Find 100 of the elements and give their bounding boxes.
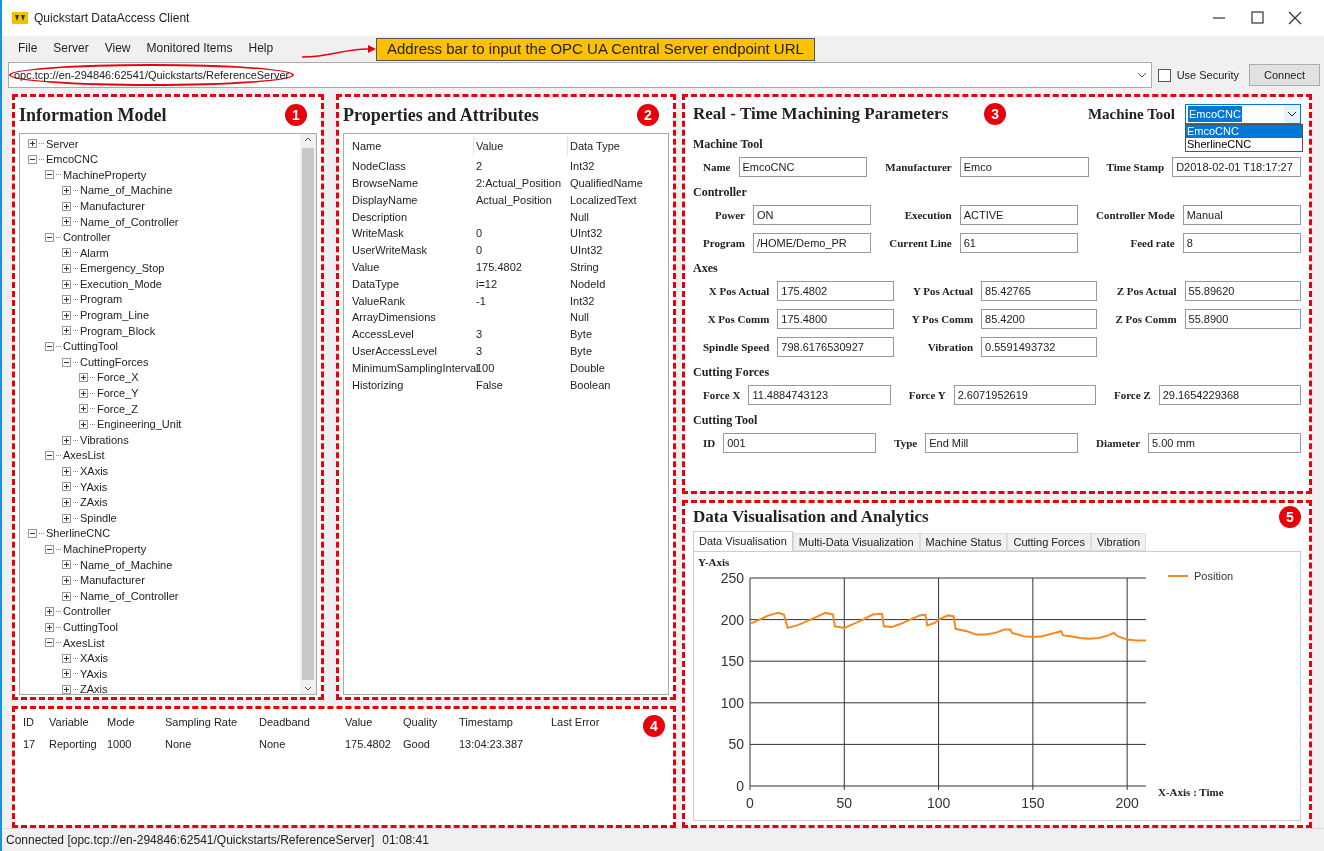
text-field[interactable]: ACTIVE bbox=[959, 205, 1078, 225]
tree-item[interactable]: Engineering_Unit bbox=[97, 416, 182, 433]
dropdown-option[interactable]: SherlineCNC bbox=[1186, 138, 1302, 151]
expand-icon[interactable] bbox=[62, 575, 71, 585]
expand-icon[interactable] bbox=[62, 482, 71, 492]
tree-item[interactable]: Controller bbox=[63, 603, 111, 620]
tree-item[interactable]: Vibrations bbox=[80, 431, 129, 449]
tree-item[interactable]: Execution_Mode bbox=[80, 275, 162, 293]
address-field[interactable]: opc.tcp://en-294846:62541/Quickstarts/ReferenceServer bbox=[8, 62, 1152, 88]
menu-item[interactable]: Server bbox=[53, 39, 89, 57]
scroll-thumb[interactable] bbox=[302, 148, 314, 680]
text-field[interactable]: 0.5591493732 bbox=[981, 337, 1098, 357]
expand-icon[interactable] bbox=[79, 388, 88, 398]
expand-icon[interactable] bbox=[62, 310, 71, 320]
column-header[interactable]: Value bbox=[345, 713, 403, 731]
menu-item[interactable]: Help bbox=[248, 39, 274, 57]
expand-icon[interactable] bbox=[62, 217, 71, 227]
tree-item[interactable]: XAxis bbox=[80, 463, 109, 480]
expand-icon[interactable] bbox=[62, 279, 71, 289]
dropdown-caret-icon[interactable] bbox=[1284, 105, 1300, 123]
tree-item[interactable]: SherlineCNC bbox=[46, 525, 111, 542]
column-header[interactable]: Name bbox=[350, 136, 474, 156]
text-field[interactable]: 85.4200 bbox=[981, 309, 1098, 329]
text-field[interactable]: 8 bbox=[1182, 233, 1301, 253]
text-field[interactable]: /HOME/Demo_PR bbox=[752, 233, 872, 253]
expand-icon[interactable] bbox=[62, 466, 71, 476]
text-field[interactable]: ON bbox=[752, 205, 872, 225]
tree-item[interactable]: CuttingTool bbox=[63, 338, 119, 355]
collapse-icon[interactable] bbox=[45, 342, 54, 351]
text-field[interactable]: 175.4802 bbox=[777, 281, 894, 301]
collapse-icon[interactable] bbox=[45, 638, 54, 648]
expand-icon[interactable] bbox=[62, 295, 71, 305]
expand-icon[interactable] bbox=[62, 497, 71, 507]
tree-item[interactable]: Program bbox=[80, 291, 123, 308]
menu-item[interactable]: Monitored Items bbox=[146, 39, 233, 57]
column-header[interactable]: Quality bbox=[403, 713, 459, 731]
expand-icon[interactable] bbox=[62, 560, 71, 570]
tab[interactable]: Cutting Forces bbox=[1007, 533, 1091, 551]
collapse-icon[interactable] bbox=[45, 170, 54, 180]
expand-icon[interactable] bbox=[62, 435, 71, 445]
tree-item[interactable]: AxesList bbox=[63, 447, 105, 464]
text-field[interactable]: 5.00 mm bbox=[1148, 433, 1301, 453]
column-header[interactable]: Data Type bbox=[568, 136, 662, 156]
tree-item[interactable]: CuttingTool bbox=[63, 618, 119, 636]
checkbox[interactable] bbox=[1157, 68, 1171, 82]
column-header[interactable]: Last Error bbox=[551, 713, 621, 731]
tree-item[interactable]: MachineProperty bbox=[63, 541, 147, 558]
expand-icon[interactable] bbox=[28, 139, 37, 149]
text-field[interactable]: 798.6176530927 bbox=[777, 337, 894, 357]
tree-item[interactable]: Emergency_Stop bbox=[80, 260, 165, 277]
text-field[interactable]: 61 bbox=[959, 233, 1078, 253]
expand-icon[interactable] bbox=[62, 669, 71, 679]
expand-icon[interactable] bbox=[62, 326, 71, 336]
tree-item[interactable]: ZAxis bbox=[80, 494, 108, 511]
menu-item[interactable]: File bbox=[18, 39, 38, 57]
tree-item[interactable]: Name_of_Controller bbox=[80, 587, 179, 605]
column-header[interactable]: Value bbox=[474, 136, 568, 156]
expand-icon[interactable] bbox=[62, 591, 71, 601]
tree-item[interactable]: Spindle bbox=[80, 509, 117, 527]
expand-icon[interactable] bbox=[79, 373, 88, 383]
column-header[interactable]: Deadband bbox=[259, 713, 345, 731]
tree-item[interactable]: YAxis bbox=[80, 478, 108, 496]
tree-item[interactable]: Force_Y bbox=[97, 385, 139, 402]
tree-item[interactable]: Alarm bbox=[80, 244, 109, 262]
collapse-icon[interactable] bbox=[28, 529, 37, 539]
column-header[interactable]: Variable bbox=[49, 713, 107, 731]
collapse-icon[interactable] bbox=[62, 357, 71, 367]
tree-item[interactable]: Name_of_Controller bbox=[80, 213, 179, 230]
collapse-icon[interactable] bbox=[45, 544, 54, 554]
expand-icon[interactable] bbox=[45, 607, 54, 617]
tree-item[interactable]: XAxis bbox=[80, 650, 109, 667]
text-field[interactable]: Emco bbox=[959, 157, 1089, 177]
text-field[interactable]: 2.6071952619 bbox=[953, 385, 1096, 405]
tree-item[interactable]: Manufacturer bbox=[80, 572, 145, 589]
tree-item[interactable]: Name_of_Machine bbox=[80, 556, 173, 574]
tree-item[interactable]: Manufacturer bbox=[80, 197, 145, 215]
expand-icon[interactable] bbox=[45, 622, 54, 632]
dropdown-option[interactable]: EmcoCNC bbox=[1186, 125, 1302, 138]
text-field[interactable]: Manual bbox=[1182, 205, 1301, 225]
tab[interactable]: Multi-Data Visualization bbox=[792, 533, 920, 551]
text-field[interactable]: 29.1654229368 bbox=[1158, 385, 1301, 405]
column-header[interactable]: Sampling Rate bbox=[165, 713, 259, 731]
tab[interactable]: Machine Status bbox=[919, 533, 1008, 551]
tree-item[interactable]: CuttingForces bbox=[80, 353, 149, 371]
expand-icon[interactable] bbox=[79, 420, 88, 429]
expand-icon[interactable] bbox=[62, 653, 71, 663]
tree-item[interactable]: EmcoCNC bbox=[46, 151, 98, 168]
expand-icon[interactable] bbox=[62, 201, 71, 211]
tree-item[interactable]: Program_Line bbox=[80, 307, 150, 324]
text-field[interactable]: 175.4800 bbox=[777, 309, 894, 329]
text-field[interactable]: 55.8900 bbox=[1184, 309, 1301, 329]
collapse-icon[interactable] bbox=[45, 232, 54, 242]
menu-item[interactable]: View bbox=[104, 39, 131, 57]
expand-icon[interactable] bbox=[62, 186, 71, 196]
tree-item[interactable]: MachineProperty bbox=[63, 166, 147, 184]
tab[interactable]: Vibration bbox=[1090, 533, 1147, 551]
expand-icon[interactable] bbox=[62, 685, 71, 694]
text-field[interactable]: 11.4884743123 bbox=[748, 385, 891, 405]
text-field[interactable]: D2018-02-01 T18:17:27 bbox=[1172, 157, 1301, 177]
tree-item[interactable]: AxesList bbox=[63, 634, 105, 652]
